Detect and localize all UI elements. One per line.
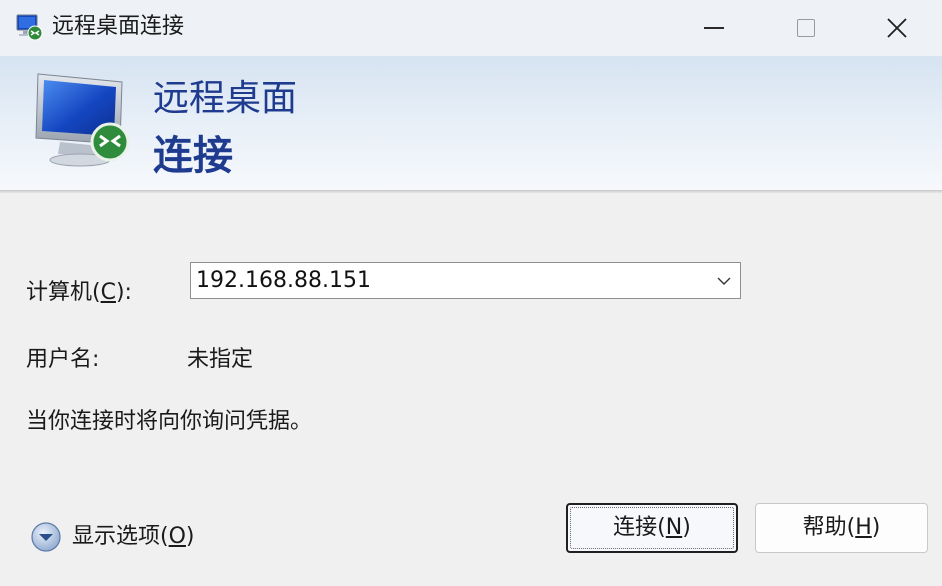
computer-label-suffix: ):	[115, 280, 132, 305]
focus-rect	[570, 507, 734, 549]
header-banner	[0, 56, 942, 192]
maximize-icon	[797, 19, 815, 37]
banner-divider	[0, 190, 942, 193]
title-bar[interactable]: 远程桌面连接	[0, 0, 942, 56]
window-title: 远程桌面连接	[52, 14, 185, 39]
help-suffix: )	[871, 515, 881, 540]
monitor-connection-icon	[35, 73, 130, 167]
help-button[interactable]: 帮助(H)	[755, 503, 928, 553]
computer-combobox[interactable]: 192.168.88.151	[190, 262, 741, 299]
show-options-link[interactable]: 显示选项(O)	[72, 522, 195, 552]
banner-title-line2: 连接	[153, 133, 233, 179]
show-options-prefix: 显示选项(	[72, 524, 169, 549]
show-options-key: O	[168, 524, 186, 549]
username-value: 未指定	[187, 347, 254, 372]
chevron-down-icon[interactable]	[716, 273, 732, 289]
computer-label-key: C	[100, 280, 116, 305]
credentials-info-text: 当你连接时将向你询问凭据。	[26, 409, 313, 434]
expand-circle-icon[interactable]	[30, 521, 62, 553]
remote-desktop-icon	[16, 14, 43, 41]
banner-title-line1: 远程桌面	[153, 78, 298, 119]
help-prefix: 帮助(	[802, 515, 856, 540]
username-label: 用户名:	[26, 347, 100, 372]
computer-label: 计算机(C):	[26, 278, 132, 308]
maximize-button[interactable]	[760, 0, 852, 56]
computer-label-prefix: 计算机(	[26, 280, 101, 305]
connect-button[interactable]: 连接(N)	[566, 503, 738, 553]
minimize-button[interactable]	[668, 0, 760, 56]
computer-input[interactable]: 192.168.88.151	[196, 266, 371, 296]
help-key: H	[855, 515, 872, 540]
show-options-suffix: )	[185, 524, 195, 549]
rdp-window: 远程桌面连接 远程桌面 连接 计算机(C): 192.168.88.151 用户…	[0, 0, 942, 586]
close-button[interactable]	[852, 0, 942, 56]
close-icon	[887, 18, 907, 38]
minimize-icon	[704, 27, 724, 29]
